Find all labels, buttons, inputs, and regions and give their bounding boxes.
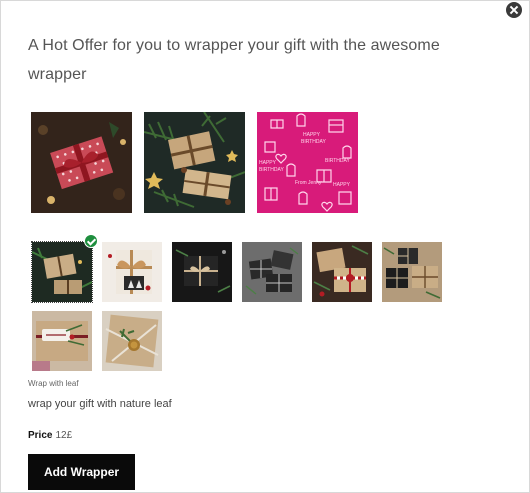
- featured-wrapper-kraft-pine[interactable]: [144, 112, 245, 213]
- wrapper-option-black-twine[interactable]: [172, 242, 232, 302]
- svg-text:HAPPY: HAPPY: [303, 132, 321, 138]
- selected-check-icon: [84, 234, 98, 248]
- price-row: Price 12£: [28, 430, 72, 441]
- selected-wrapper-description: wrap your gift with nature leaf: [28, 398, 172, 410]
- wrapper-option-wax-seal[interactable]: [102, 311, 162, 371]
- wrapper-options-grid: [31, 234, 462, 371]
- svg-text:From Jenny: From Jenny: [295, 180, 322, 186]
- featured-wrapper-red-ribbon[interactable]: [31, 112, 132, 213]
- featured-wrapper-pink-birthday[interactable]: HAPPY BIRTHDAY HAPPY BIRTHDAY BIRTHDAY F…: [257, 112, 358, 213]
- price-label: Price: [28, 430, 53, 441]
- wrapper-offer-popup: A Hot Offer for you to wrapper your gift…: [0, 0, 530, 493]
- wrapper-option-black-kraft[interactable]: [382, 242, 442, 302]
- wrapper-option-red-white-ribbon[interactable]: [312, 242, 372, 302]
- svg-text:BIRTHDAY: BIRTHDAY: [301, 139, 326, 145]
- wrapper-option-gray-boxes[interactable]: [242, 242, 302, 302]
- featured-wrapper-row: HAPPY BIRTHDAY HAPPY BIRTHDAY BIRTHDAY F…: [31, 112, 358, 213]
- svg-text:HAPPY: HAPPY: [259, 160, 277, 166]
- selected-wrapper-title: Wrap with leaf: [28, 379, 79, 388]
- svg-text:HAPPY: HAPPY: [333, 182, 351, 188]
- wrapper-option-wrap-with-leaf[interactable]: [31, 234, 98, 303]
- price-value: 12£: [55, 430, 73, 441]
- add-wrapper-button[interactable]: Add Wrapper: [28, 454, 135, 490]
- popup-heading: A Hot Offer for you to wrapper your gift…: [28, 37, 440, 83]
- wrapper-option-twine-bow[interactable]: [102, 242, 162, 302]
- svg-text:BIRTHDAY: BIRTHDAY: [325, 158, 350, 164]
- wrapper-option-label-tag[interactable]: [32, 311, 92, 371]
- close-icon[interactable]: [506, 2, 522, 18]
- svg-text:BIRTHDAY: BIRTHDAY: [259, 167, 284, 173]
